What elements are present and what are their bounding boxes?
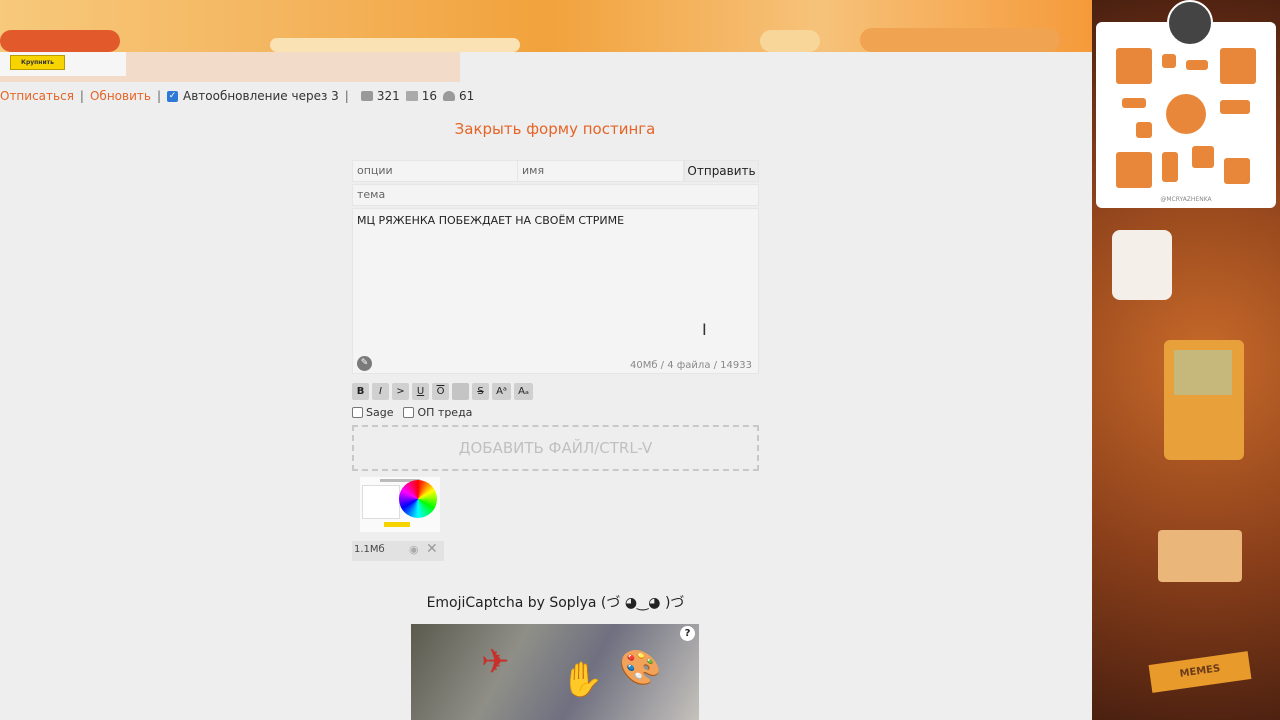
autorefresh-checkbox[interactable]: ✓ — [166, 90, 178, 102]
separator: | — [79, 89, 84, 103]
file-dropzone[interactable]: ДОБАВИТЬ ФАЙЛ/CTRL-V — [352, 425, 759, 471]
autorefresh-label: Автообновление через 3 — [182, 89, 339, 103]
markup-toolbar: B I > U O S Aᵃ Aₐ — [352, 383, 533, 400]
memes-sign: MEMES — [1148, 651, 1252, 693]
banner-decor — [860, 28, 1060, 52]
text-cursor-icon: I — [702, 320, 707, 339]
file-size: 1.1Мб — [354, 544, 385, 555]
options-field[interactable]: опции — [352, 160, 518, 182]
palette-icon: 🎨 — [619, 648, 662, 688]
sage-checkbox[interactable] — [352, 407, 363, 418]
images-icon — [405, 91, 418, 101]
qr-code — [1116, 48, 1256, 188]
thumb-button — [384, 522, 410, 527]
subject-field[interactable]: тема — [352, 184, 759, 206]
posts-count: 321 — [376, 89, 400, 103]
separator: | — [156, 89, 161, 103]
captcha-help-icon[interactable]: ? — [680, 626, 695, 641]
posts-icon — [360, 91, 373, 101]
post-options: Sage ОП треда — [352, 406, 472, 419]
remove-file-icon[interactable]: ✕ — [426, 540, 438, 558]
console-screen — [1174, 350, 1232, 395]
captcha-image[interactable]: ✈ ✋ 🎨 ? — [411, 624, 699, 720]
op-label: ОП треда — [417, 406, 473, 419]
op-checkbox[interactable] — [403, 407, 415, 418]
hand-illustration — [1112, 230, 1172, 300]
send-button[interactable]: Отправить — [684, 160, 759, 182]
name-field[interactable]: имя — [518, 160, 684, 182]
underline-button[interactable]: U — [412, 383, 429, 400]
italic-button[interactable]: I — [372, 383, 389, 400]
stream-overlay: @MCRYAZHENKA MEMES — [1092, 0, 1280, 720]
images-count: 16 — [421, 89, 438, 103]
unsubscribe-link[interactable]: Отписаться — [0, 89, 74, 103]
sage-label: Sage — [366, 406, 394, 419]
banner-strip — [0, 52, 460, 82]
hand-icon: ✋ — [561, 660, 604, 700]
crate-illustration — [1158, 530, 1242, 582]
message-textarea[interactable]: МЦ РЯЖЕНКА ПОБЕЖДАЕТ НА СВОЁМ СТРИМЕ ✎ 4… — [352, 208, 759, 374]
banner-button[interactable]: Крупнить — [10, 55, 65, 70]
captcha-title: EmojiCaptcha by Soplya (づ ◕‿◕ )づ — [426, 595, 685, 611]
sage-option[interactable]: Sage — [352, 406, 393, 419]
spoiler-button[interactable] — [452, 383, 469, 400]
qr-card: @MCRYAZHENKA — [1096, 22, 1276, 208]
subscript-button[interactable]: Aₐ — [514, 383, 533, 400]
preview-eye-icon[interactable]: ◉ — [409, 541, 419, 559]
airplane-icon: ✈ — [481, 642, 510, 682]
oekaki-icon[interactable]: ✎ — [357, 356, 372, 371]
limits-counter: 40Мб / 4 файла / 14933 — [629, 360, 752, 371]
attachment-thumbnail[interactable] — [360, 477, 440, 532]
streamer-avatar — [1167, 0, 1213, 46]
overline-button[interactable]: O — [432, 383, 449, 400]
posting-form: опции имя Отправить тема МЦ РЯЖЕНКА ПОБЕ… — [352, 160, 759, 374]
board-banner — [0, 0, 1092, 52]
color-wheel-image — [399, 480, 437, 518]
superscript-button[interactable]: Aᵃ — [492, 383, 511, 400]
users-count: 61 — [459, 89, 475, 103]
channel-handle: @MCRYAZHENKA — [1160, 196, 1212, 203]
bold-button[interactable]: B — [352, 383, 369, 400]
banner-decor — [760, 30, 820, 52]
banner-decor — [270, 38, 520, 52]
op-option[interactable]: ОП треда — [403, 406, 472, 419]
close-posting-form-link[interactable]: Закрыть форму постинга — [0, 120, 1110, 138]
strike-button[interactable]: S — [472, 383, 489, 400]
users-icon — [443, 91, 456, 101]
banner-decor — [0, 30, 120, 52]
separator: | — [344, 89, 349, 103]
quote-button[interactable]: > — [392, 383, 409, 400]
message-text: МЦ РЯЖЕНКА ПОБЕЖДАЕТ НА СВОЁМ СТРИМЕ — [357, 214, 625, 227]
attachment-meta: 1.1Мб ◉ ✕ — [352, 541, 444, 561]
thread-statusbar: Отписаться | Обновить | ✓ Автообновление… — [0, 88, 474, 104]
thumb-panel — [362, 485, 400, 519]
refresh-link[interactable]: Обновить — [90, 89, 151, 103]
